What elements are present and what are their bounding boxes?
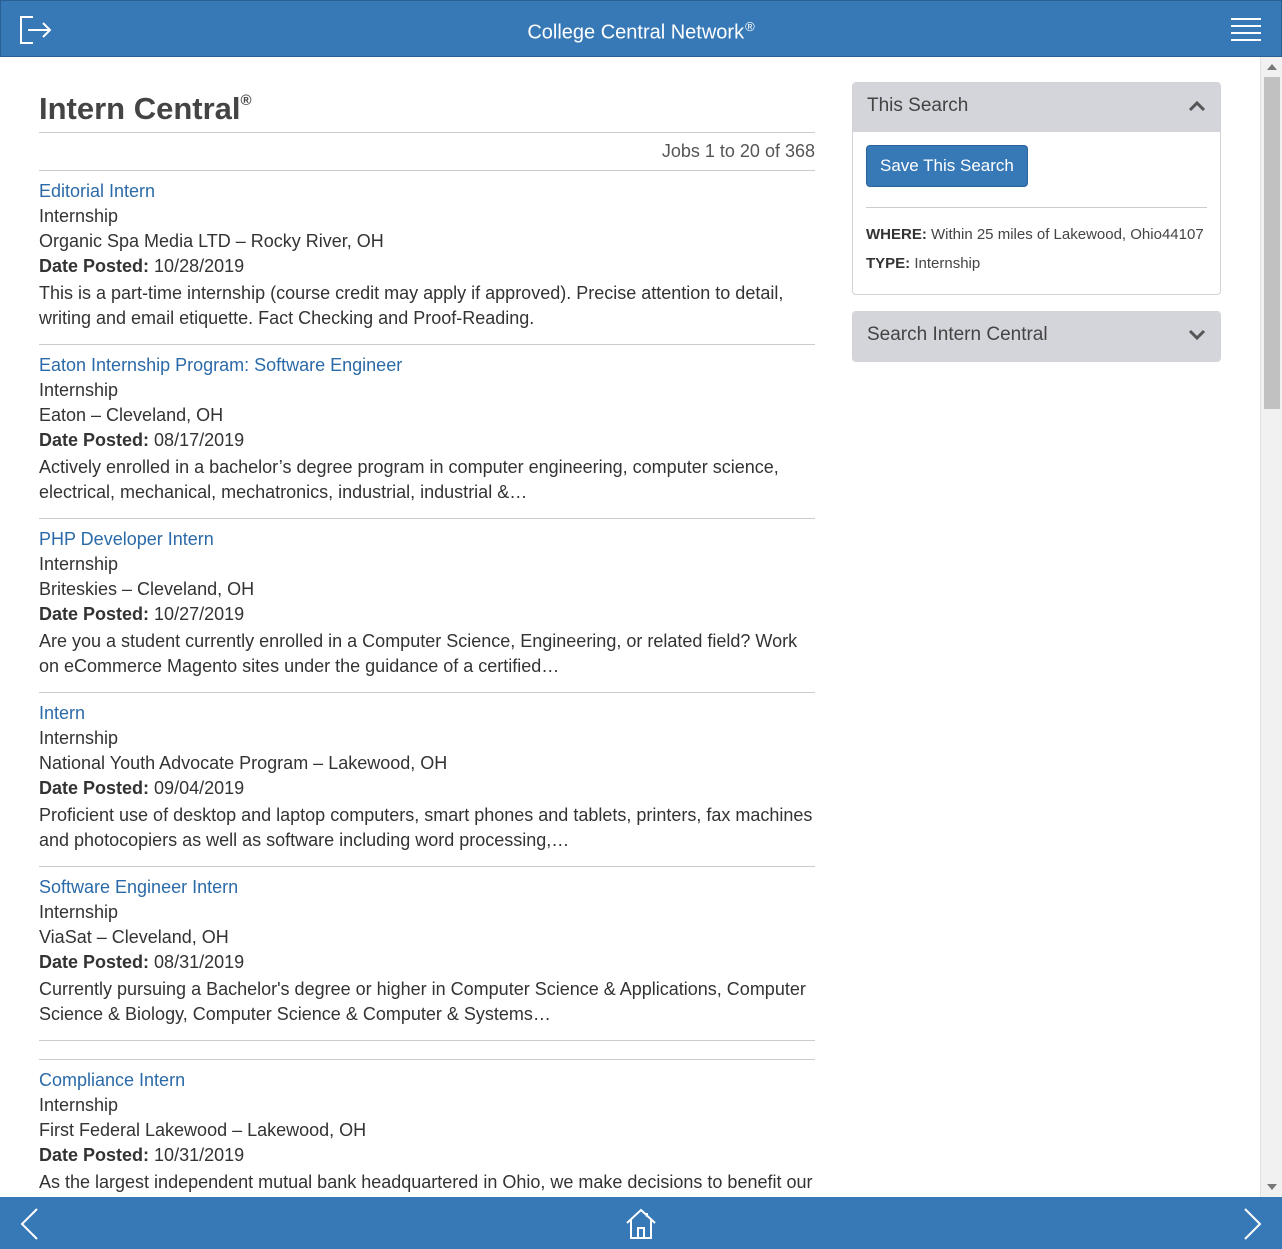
scrollbar-thumb[interactable]	[1264, 77, 1280, 409]
where-label: WHERE:	[866, 226, 927, 243]
date-label: Date Posted:	[39, 1145, 150, 1165]
where-value: Within 25 miles of Lakewood, Ohio44107	[931, 226, 1204, 243]
job-listing: Eaton Internship Program: Software Engin…	[39, 345, 815, 519]
registered-mark: ®	[240, 92, 252, 109]
job-date: Date Posted: 08/17/2019	[39, 428, 815, 453]
job-date: Date Posted: 08/31/2019	[39, 950, 815, 975]
bottom-navbar	[0, 1197, 1282, 1249]
job-company-location: National Youth Advocate Program – Lakewo…	[39, 753, 448, 773]
job-date: Date Posted: 09/04/2019	[39, 776, 815, 801]
date-label: Date Posted:	[39, 952, 150, 972]
this-search-body: Save This Search WHERE: Within 25 miles …	[853, 132, 1220, 294]
job-date: Date Posted: 10/28/2019	[39, 254, 815, 279]
job-description: Currently pursuing a Bachelor's degree o…	[39, 979, 806, 1024]
date-value: 09/04/2019	[154, 778, 245, 798]
panel-heading: This Search	[867, 95, 969, 116]
ad-placeholder-divider	[39, 1041, 815, 1060]
chevron-right-icon[interactable]	[1242, 1207, 1264, 1241]
panel-heading: Search Intern Central	[867, 324, 1048, 345]
home-icon[interactable]	[624, 1207, 658, 1241]
results-count: Jobs 1 to 20 of 368	[39, 132, 815, 171]
results-column: Intern Central® Jobs 1 to 20 of 368 Edit…	[39, 79, 815, 1197]
scroll-up-arrow-icon[interactable]	[1267, 64, 1277, 70]
job-description: This is a part-time internship (course c…	[39, 283, 784, 328]
registered-mark: ®	[745, 19, 755, 34]
top-navbar: College Central Network®	[0, 0, 1282, 57]
vertical-scrollbar[interactable]	[1260, 57, 1282, 1197]
job-title-link[interactable]: Intern	[39, 701, 815, 726]
job-title-link[interactable]: Software Engineer Intern	[39, 875, 815, 900]
job-type: Internship	[39, 902, 119, 922]
job-type: Internship	[39, 380, 119, 400]
job-date: Date Posted: 10/27/2019	[39, 602, 815, 627]
search-where: WHERE: Within 25 miles of Lakewood, Ohio…	[866, 224, 1207, 246]
job-company-location: ViaSat – Cleveland, OH	[39, 927, 229, 947]
date-label: Date Posted:	[39, 430, 150, 450]
date-value: 10/27/2019	[154, 604, 245, 624]
job-title-link[interactable]: Compliance Intern	[39, 1068, 815, 1093]
job-company-location: First Federal Lakewood – Lakewood, OH	[39, 1120, 367, 1140]
chevron-up-icon[interactable]	[1188, 99, 1206, 113]
job-type: Internship	[39, 206, 119, 226]
sidebar: This Search Save This Search WHERE: With…	[852, 82, 1221, 378]
this-search-panel: This Search Save This Search WHERE: With…	[852, 82, 1221, 295]
page-title: Intern Central®	[39, 79, 815, 132]
scroll-down-arrow-icon[interactable]	[1267, 1184, 1277, 1190]
date-label: Date Posted:	[39, 256, 150, 276]
job-date: Date Posted: 10/31/2019	[39, 1143, 815, 1168]
job-type: Internship	[39, 728, 119, 748]
chevron-left-icon[interactable]	[18, 1207, 40, 1241]
search-intern-central-header[interactable]: Search Intern Central	[853, 312, 1220, 361]
date-value: 08/31/2019	[154, 952, 245, 972]
job-listing: PHP Developer Intern Internship Briteski…	[39, 519, 815, 693]
job-listing: Editorial Intern Internship Organic Spa …	[39, 171, 815, 345]
date-value: 10/31/2019	[154, 1145, 245, 1165]
this-search-header[interactable]: This Search	[853, 83, 1220, 132]
type-value: Internship	[914, 255, 981, 272]
app-title-text: College Central Network	[527, 21, 745, 44]
date-value: 10/28/2019	[154, 256, 245, 276]
job-listing: Intern Internship National Youth Advocat…	[39, 693, 815, 867]
date-label: Date Posted:	[39, 778, 150, 798]
job-description: Are you a student currently enrolled in …	[39, 631, 798, 676]
job-listing: Software Engineer Intern Internship ViaS…	[39, 867, 815, 1041]
divider	[866, 207, 1207, 208]
app-title: College Central Network®	[1, 19, 1281, 45]
job-company-location: Organic Spa Media LTD – Rocky River, OH	[39, 231, 384, 251]
date-label: Date Posted:	[39, 604, 150, 624]
job-listing: Compliance Intern Internship First Feder…	[39, 1060, 815, 1197]
page-content: Intern Central® Jobs 1 to 20 of 368 Edit…	[0, 57, 1260, 1197]
search-type: TYPE: Internship	[866, 253, 1207, 275]
job-description: As the largest independent mutual bank h…	[39, 1172, 813, 1192]
job-title-link[interactable]: PHP Developer Intern	[39, 527, 815, 552]
job-title-link[interactable]: Eaton Internship Program: Software Engin…	[39, 353, 815, 378]
job-description: Proficient use of desktop and laptop com…	[39, 805, 813, 850]
date-value: 08/17/2019	[154, 430, 245, 450]
job-company-location: Briteskies – Cleveland, OH	[39, 579, 255, 599]
job-description: Actively enrolled in a bachelor’s degree…	[39, 457, 779, 502]
job-type: Internship	[39, 1095, 119, 1115]
job-title-link[interactable]: Editorial Intern	[39, 179, 815, 204]
search-intern-central-panel: Search Intern Central	[852, 311, 1221, 362]
job-company-location: Eaton – Cleveland, OH	[39, 405, 224, 425]
type-label: TYPE:	[866, 255, 911, 272]
page-title-text: Intern Central	[39, 91, 241, 126]
save-search-button[interactable]: Save This Search	[866, 145, 1028, 187]
chevron-down-icon[interactable]	[1188, 328, 1206, 342]
job-type: Internship	[39, 554, 119, 574]
hamburger-menu-icon[interactable]	[1231, 17, 1261, 43]
